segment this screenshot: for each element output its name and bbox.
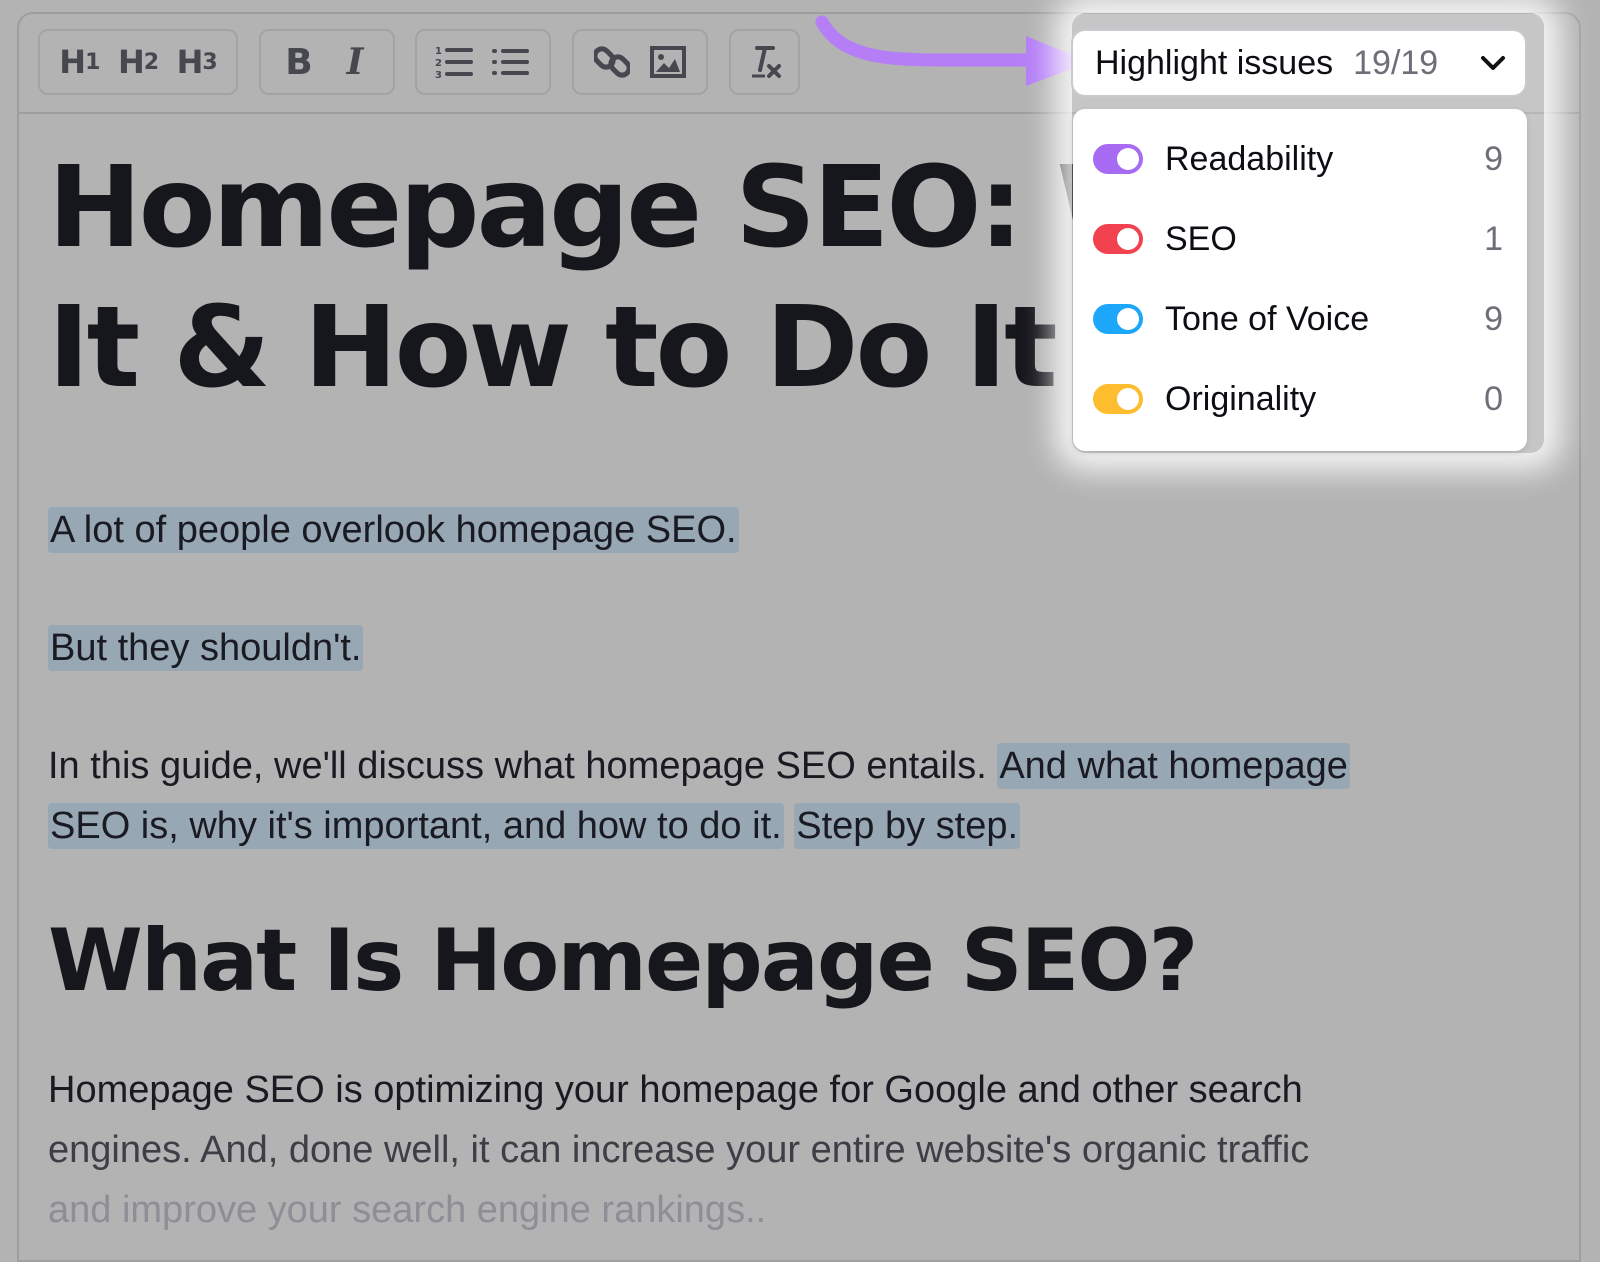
- paragraph-line: engines. And, done well, it can increase…: [48, 1129, 1310, 1171]
- ordered-list-button[interactable]: 1 2 3: [431, 38, 479, 86]
- link-button[interactable]: [588, 38, 636, 86]
- highlight-issues-dropdown[interactable]: Highlight issues 19/19: [1071, 29, 1527, 97]
- paragraph-line: and improve your search engine rankings.…: [48, 1189, 767, 1231]
- format-group: B I: [259, 29, 395, 95]
- issue-option-tone-of-voice[interactable]: Tone of Voice 9: [1073, 279, 1527, 359]
- bullet-list-button[interactable]: [487, 38, 535, 86]
- paragraph: Homepage SEO is optimizing your homepage…: [48, 1060, 1548, 1240]
- clear-format-button[interactable]: [741, 38, 789, 86]
- heading-2-button[interactable]: H2: [114, 38, 162, 86]
- insert-group: [572, 29, 708, 95]
- chevron-down-icon: [1481, 56, 1505, 70]
- issue-option-readability[interactable]: Readability 9: [1073, 119, 1527, 199]
- issue-option-seo[interactable]: SEO 1: [1073, 199, 1527, 279]
- bold-button[interactable]: B: [275, 38, 323, 86]
- paragraph: A lot of people overlook homepage SEO.: [48, 500, 1548, 560]
- option-count: 9: [1484, 299, 1503, 338]
- image-icon: [650, 46, 686, 78]
- ordered-list-icon: 1 2 3: [435, 46, 473, 79]
- tone-of-voice-toggle[interactable]: [1093, 304, 1143, 334]
- option-count: 9: [1484, 139, 1503, 178]
- option-label: Tone of Voice: [1165, 299, 1370, 338]
- originality-toggle[interactable]: [1093, 384, 1143, 414]
- option-count: 0: [1484, 379, 1503, 418]
- image-button[interactable]: [644, 38, 692, 86]
- readability-highlight[interactable]: A lot of people overlook homepage SEO.: [48, 507, 739, 553]
- svg-text:2: 2: [435, 58, 442, 69]
- option-count: 1: [1484, 219, 1503, 258]
- tone-highlight[interactable]: SEO is, why it's important, and how to d…: [48, 803, 784, 849]
- seo-toggle[interactable]: [1093, 224, 1143, 254]
- option-label: Readability: [1165, 139, 1334, 178]
- heading-3-button[interactable]: H3: [173, 38, 221, 86]
- paragraph-line: Homepage SEO is optimizing your homepage…: [48, 1069, 1303, 1111]
- heading-1-button[interactable]: H1: [55, 38, 103, 86]
- option-label: Originality: [1165, 379, 1317, 418]
- section-heading: What Is Homepage SEO?: [48, 911, 1198, 1011]
- readability-highlight[interactable]: Step by step.: [794, 803, 1021, 849]
- paragraph-text: In this guide, we'll discuss what homepa…: [48, 745, 998, 787]
- svg-text:3: 3: [435, 70, 442, 79]
- highlight-issues-count: 19/19: [1353, 43, 1439, 82]
- tone-highlight[interactable]: And what homepage: [997, 743, 1350, 789]
- highlight-issues-label: Highlight issues: [1095, 43, 1334, 82]
- heading-group: H1 H2 H3: [38, 29, 238, 95]
- list-group: 1 2 3: [415, 29, 551, 95]
- readability-toggle[interactable]: [1093, 144, 1143, 174]
- clear-group: [729, 29, 800, 95]
- link-icon: [594, 46, 630, 78]
- highlight-issues-menu: Readability 9 SEO 1 Tone of Voice 9 Orig…: [1073, 109, 1527, 451]
- option-label: SEO: [1165, 219, 1237, 258]
- readability-highlight[interactable]: But they shouldn't.: [48, 625, 364, 671]
- clear-format-icon: [752, 46, 781, 78]
- italic-button[interactable]: I: [331, 38, 379, 86]
- paragraph: But they shouldn't.: [48, 618, 1548, 678]
- paragraph: In this guide, we'll discuss what homepa…: [48, 736, 1548, 856]
- bullet-list-icon: [492, 49, 529, 75]
- issue-option-originality[interactable]: Originality 0: [1073, 359, 1527, 439]
- svg-text:1: 1: [435, 46, 442, 57]
